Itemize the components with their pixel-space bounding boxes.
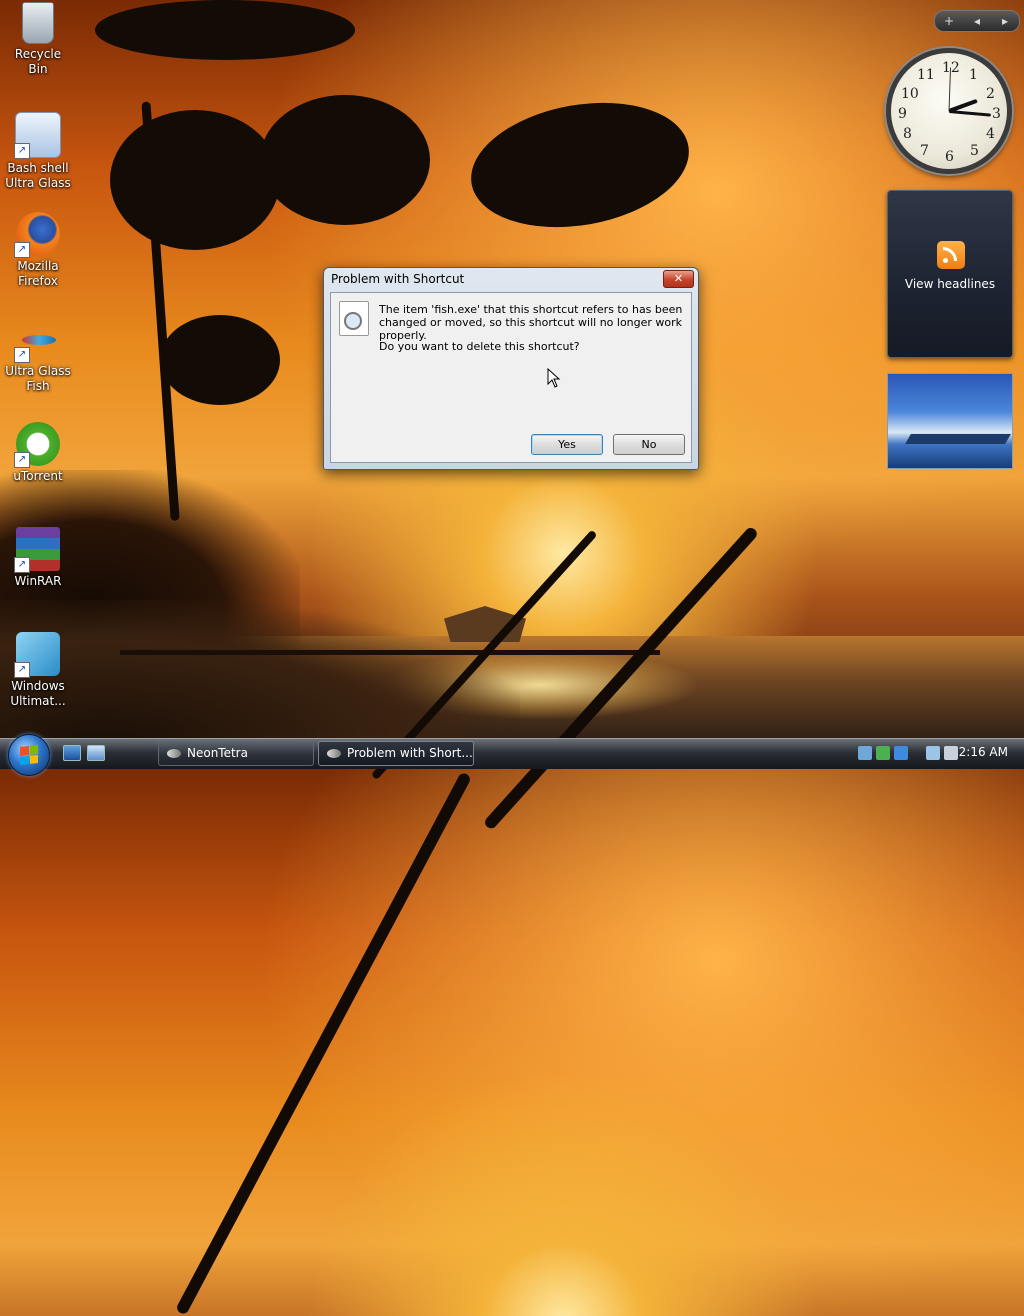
clock-numeral: 6 xyxy=(945,149,954,165)
wallpaper-pier xyxy=(120,650,660,655)
recycle-bin-icon xyxy=(22,2,54,44)
desktop-icon-recycle-bin[interactable]: Recycle Bin xyxy=(4,2,72,77)
clock-numeral: 8 xyxy=(903,126,912,142)
security-tray-icon[interactable] xyxy=(894,746,908,760)
desktop-icon-label: Recycle Bin xyxy=(14,47,62,76)
clock-second-hand xyxy=(948,67,952,112)
task-button-label: Problem with Short... xyxy=(347,746,473,760)
desktop-icon-bash-shell[interactable]: ↗ Bash shell Ultra Glass xyxy=(4,112,72,191)
palm-frond xyxy=(160,315,280,405)
next-page-button[interactable]: ▸ xyxy=(991,14,1019,28)
windows-logo-icon xyxy=(20,745,38,765)
rss-icon xyxy=(937,241,965,269)
fish-body-icon xyxy=(22,335,56,345)
previous-page-button[interactable]: ◂ xyxy=(963,14,991,28)
volume-muted-icon[interactable] xyxy=(944,746,958,760)
shortcut-arrow-icon: ↗ xyxy=(14,347,30,363)
task-button-label: NeonTetra xyxy=(187,746,248,760)
dialog-body: The item 'fish.exe' that this shortcut r… xyxy=(330,292,692,463)
problem-with-shortcut-dialog: Problem with Shortcut ✕ The item 'fish.e… xyxy=(323,267,699,470)
network-status-icon[interactable] xyxy=(926,746,940,760)
clock-gadget[interactable]: 12 1 2 3 4 5 6 7 8 9 10 11 xyxy=(886,48,1012,174)
network-tray-icon[interactable] xyxy=(858,746,872,760)
utorrent-icon: ↗ xyxy=(14,422,60,468)
task-button-neontetra[interactable]: NeonTetra xyxy=(158,741,314,766)
palm-frond xyxy=(95,0,355,60)
clock-numeral: 10 xyxy=(901,86,919,102)
no-button[interactable]: No xyxy=(613,434,685,455)
slideshow-gadget[interactable] xyxy=(887,373,1013,469)
winrar-icon: ↗ xyxy=(14,527,60,573)
add-gadget-button[interactable]: + xyxy=(935,14,963,28)
palm-frond xyxy=(461,86,699,244)
dialog-message: The item 'fish.exe' that this shortcut r… xyxy=(379,303,683,342)
desktop-icon-label: WinRAR xyxy=(14,574,62,588)
rss-dot-icon xyxy=(943,258,948,263)
clock-numeral: 9 xyxy=(898,106,907,122)
desktop-icon-firefox[interactable]: ↗ Mozilla Firefox xyxy=(4,212,72,289)
windows-ultimate-icon: ↗ xyxy=(14,632,60,678)
fish-icon: ↗ xyxy=(14,317,60,363)
dialog-question: Do you want to delete this shortcut? xyxy=(379,340,580,353)
slideshow-pier-image xyxy=(905,434,1011,444)
taskbar-clock[interactable]: 2:16 AM xyxy=(959,745,1008,759)
firefox-icon: ↗ xyxy=(14,212,60,258)
magnifier-icon xyxy=(344,312,362,330)
clock-numeral: 2 xyxy=(986,86,995,102)
shortcut-arrow-icon: ↗ xyxy=(14,557,30,573)
desktop-icon-label: Mozilla Firefox xyxy=(17,259,59,288)
shortcut-arrow-icon: ↗ xyxy=(14,143,30,159)
task-button-problem-with-shortcut[interactable]: Problem with Short... xyxy=(318,741,474,766)
shortcut-arrow-icon: ↗ xyxy=(14,452,30,468)
switch-windows-icon[interactable] xyxy=(87,745,105,761)
sidebar-controls: + ◂ ▸ xyxy=(934,10,1020,32)
fish-app-icon xyxy=(167,749,181,758)
clock-numeral: 1 xyxy=(969,67,978,83)
desktop-icon-label: Windows Ultimat... xyxy=(10,679,66,708)
close-button[interactable]: ✕ xyxy=(663,270,694,288)
desktop-icon-label: Bash shell Ultra Glass xyxy=(5,161,71,190)
clock-minute-hand xyxy=(948,110,991,117)
notification-area: 2:16 AM xyxy=(854,741,1020,766)
palm-frond xyxy=(260,95,430,225)
feed-headlines-gadget[interactable]: View headlines xyxy=(887,190,1013,358)
clock-numeral: 4 xyxy=(986,126,995,142)
shortcut-arrow-icon: ↗ xyxy=(14,662,30,678)
mouse-pointer-icon xyxy=(547,368,561,388)
desktop-icon-winrar[interactable]: ↗ WinRAR xyxy=(4,527,72,589)
yes-button[interactable]: Yes xyxy=(531,434,603,455)
desktop-icon-utorrent[interactable]: ↗ uTorrent xyxy=(4,422,72,484)
feed-gadget-label: View headlines xyxy=(904,277,996,291)
fish-app-icon xyxy=(327,749,341,758)
clock-numeral: 3 xyxy=(992,106,1001,122)
dialog-titlebar[interactable]: Problem with Shortcut ✕ xyxy=(324,268,698,290)
clock-numeral: 11 xyxy=(917,67,935,83)
show-desktop-icon[interactable] xyxy=(63,745,81,761)
desktop-icon-label: uTorrent xyxy=(13,469,63,483)
search-document-icon xyxy=(339,301,369,336)
desktop-icon-label: Ultra Glass Fish xyxy=(5,364,71,393)
wallpaper-beach xyxy=(0,600,520,740)
start-button[interactable] xyxy=(8,734,50,776)
clock-numeral: 7 xyxy=(920,143,929,159)
dialog-title: Problem with Shortcut xyxy=(331,272,465,286)
utorrent-tray-icon[interactable] xyxy=(876,746,890,760)
palm-trunk xyxy=(175,771,472,1316)
shortcut-arrow-icon: ↗ xyxy=(14,242,30,258)
desktop-icon-ultra-glass-fish[interactable]: ↗ Ultra Glass Fish xyxy=(4,317,72,394)
clock-numeral: 5 xyxy=(970,143,979,159)
taskbar: NeonTetra Problem with Short... 2:16 AM xyxy=(0,734,1024,776)
gears-icon: ↗ xyxy=(14,112,61,159)
palm-frond xyxy=(110,110,280,250)
desktop-icon-windows-ultimate[interactable]: ↗ Windows Ultimat... xyxy=(4,632,72,709)
